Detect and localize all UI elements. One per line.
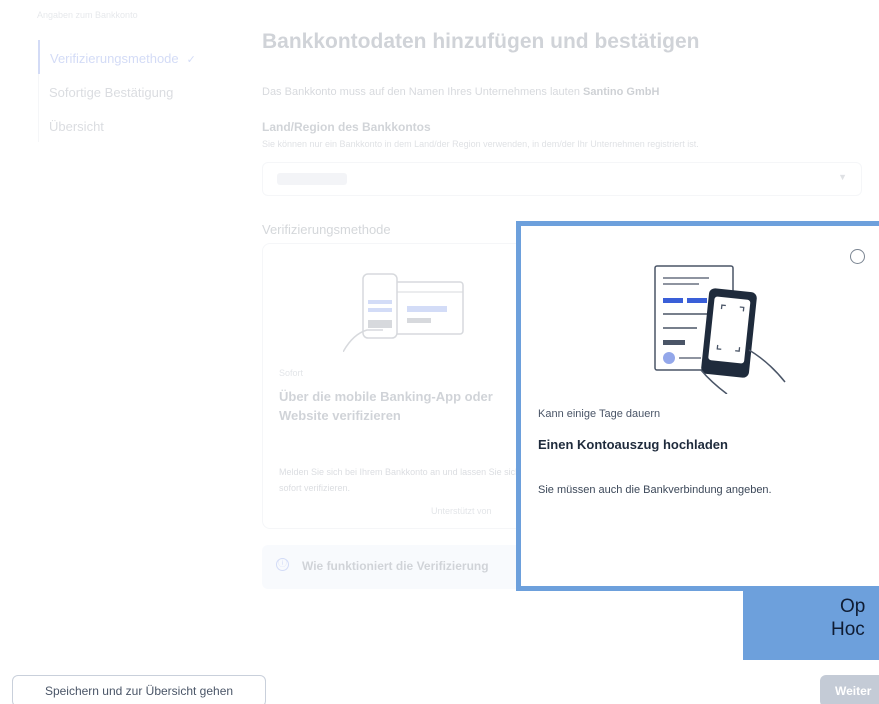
instant-verification-card[interactable]: Sofort Über die mobile Banking-App oder …: [262, 243, 524, 529]
upload-statement-card[interactable]: Kann einige Tage dauern Einen Kontoauszu…: [516, 221, 879, 591]
sidebar-item-label: Verifizierungsmethode: [50, 51, 179, 66]
instant-card-description: Melden Sie sich bei Ihrem Bankkonto an u…: [279, 467, 521, 493]
verification-method-label: Verifizierungsmethode: [262, 222, 391, 237]
country-select[interactable]: ▼: [262, 162, 862, 196]
instant-card-title: Über die mobile Banking-App oder Website…: [279, 389, 493, 423]
callout-line-2: Hoc: [831, 619, 865, 640]
bank-statement-upload-illustration-icon: [654, 265, 786, 394]
next-button[interactable]: Weiter: [820, 675, 879, 704]
sidebar-item-label: Sofortige Bestätigung: [49, 85, 174, 100]
sidebar-item-verification-method[interactable]: Verifizierungsmethode ✓: [38, 40, 196, 74]
instant-kicker: Sofort: [279, 368, 304, 378]
country-label: Land/Region des Bankkontos: [262, 120, 431, 134]
annotation-callout: Op Hoc: [743, 588, 879, 660]
chevron-down-icon: ▼: [838, 172, 847, 182]
upload-card-title: Einen Kontoauszug hochladen: [538, 437, 728, 452]
country-select-value: [277, 173, 347, 185]
upload-option-radio[interactable]: [850, 249, 865, 264]
sidebar-item-label: Übersicht: [49, 119, 104, 134]
info-icon: ⓘ: [276, 558, 289, 571]
supported-by-text: Unterstützt von: [431, 506, 492, 516]
sidebar: Angaben zum Bankkonto Verifizierungsmeth…: [0, 0, 240, 600]
sidebar-item-instant-confirmation[interactable]: Sofortige Bestätigung: [39, 74, 196, 108]
page-title: Bankkontodaten hinzufügen und bestätigen: [262, 30, 700, 53]
info-box-text: Wie funktioniert die Verifizierung: [302, 559, 489, 573]
sidebar-item-overview[interactable]: Übersicht: [39, 108, 196, 142]
upload-kicker: Kann einige Tage dauern: [538, 408, 661, 420]
country-help-text: Sie können nur ein Bankkonto in dem Land…: [262, 139, 699, 149]
sidebar-section-title: Angaben zum Bankkonto: [37, 10, 138, 20]
save-and-overview-button[interactable]: Speichern und zur Übersicht gehen: [12, 675, 266, 704]
intro-text: Das Bankkonto muss auf den Namen Ihres U…: [262, 86, 659, 98]
upload-card-description: Sie müssen auch die Bankverbindung angeb…: [538, 484, 772, 496]
callout-line-1: Op: [840, 596, 866, 617]
mobile-banking-illustration-icon: [343, 273, 464, 352]
check-icon: ✓: [186, 54, 196, 66]
company-name: Santino GmbH: [583, 86, 660, 98]
sidebar-nav: Verifizierungsmethode ✓ Sofortige Bestäti…: [38, 40, 196, 142]
intro-label: Das Bankkonto muss auf den Namen Ihres U…: [262, 86, 580, 98]
